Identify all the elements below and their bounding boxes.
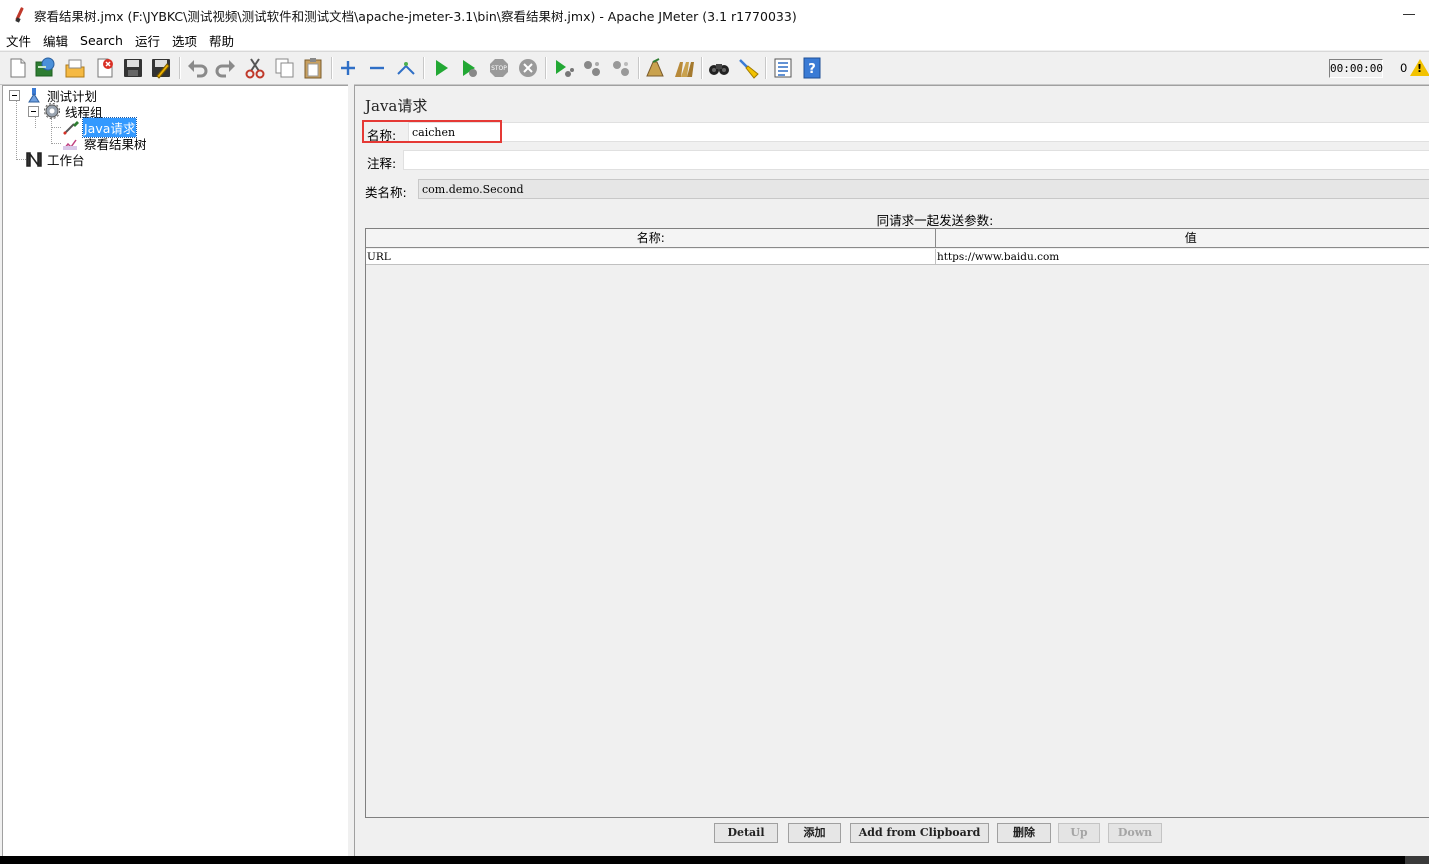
- remote-stop-icon[interactable]: [580, 56, 604, 80]
- menu-help[interactable]: 帮助: [203, 31, 240, 50]
- resize-grip[interactable]: [1405, 856, 1429, 864]
- save-icon[interactable]: [121, 56, 145, 80]
- cell-param-value[interactable]: https://www.baidu.com: [935, 249, 1429, 265]
- add-button[interactable]: 添加: [788, 823, 841, 843]
- thread-group-collapse-toggle[interactable]: [28, 106, 39, 117]
- undo-icon[interactable]: [185, 56, 209, 80]
- name-highlight-box: [362, 120, 502, 143]
- up-button[interactable]: Up: [1058, 823, 1100, 843]
- copy-icon[interactable]: [273, 56, 297, 80]
- redo-icon[interactable]: [214, 56, 238, 80]
- collapse-icon[interactable]: [365, 56, 389, 80]
- error-count: 0: [1400, 61, 1408, 75]
- classname-label: 类名称:: [365, 185, 407, 200]
- menu-bar: 文件 编辑 Search 运行 选项 帮助: [0, 30, 1429, 50]
- cut-icon[interactable]: [243, 56, 267, 80]
- table-row[interactable]: URL https://www.baidu.com: [366, 249, 1429, 265]
- test-plan-tree: 测试计划 线程组 Java请求 察看结果树 工作台: [2, 85, 350, 856]
- tree-node-workbench[interactable]: 工作台: [25, 151, 86, 168]
- tree-label-workbench: 工作台: [47, 152, 85, 168]
- shutdown-icon[interactable]: [516, 56, 540, 80]
- remote-shutdown-icon[interactable]: [609, 56, 633, 80]
- reset-search-icon[interactable]: [736, 56, 760, 80]
- panel-title: Java请求: [365, 97, 428, 115]
- templates-icon[interactable]: [33, 56, 57, 80]
- start-icon[interactable]: [429, 56, 453, 80]
- taskbar-strip: [0, 856, 1429, 864]
- cell-param-name[interactable]: URL: [366, 249, 936, 265]
- minimize-button[interactable]: [1389, 0, 1429, 30]
- svg-text:?: ?: [808, 62, 816, 77]
- name-input[interactable]: caichen: [408, 122, 1429, 142]
- detail-button[interactable]: Detail: [714, 823, 778, 843]
- test-plan-collapse-toggle[interactable]: [9, 90, 20, 101]
- tree-label-view-results-tree: 察看结果树: [84, 136, 147, 152]
- clear-all-icon[interactable]: [672, 56, 696, 80]
- toolbar: STOP ? 00:00:00 0 !: [0, 51, 1429, 85]
- comment-input[interactable]: [403, 150, 1429, 170]
- column-header-value[interactable]: 值: [936, 229, 1429, 248]
- menu-file[interactable]: 文件: [0, 31, 37, 50]
- delete-button[interactable]: 删除: [997, 823, 1051, 843]
- save-as-icon[interactable]: [149, 56, 173, 80]
- java-sampler-pipette-icon: [63, 121, 79, 135]
- classname-combobox[interactable]: com.demo.Second: [418, 179, 1429, 199]
- workbench-icon: [26, 152, 42, 167]
- column-header-name[interactable]: 名称:: [366, 229, 937, 248]
- title-bar: 察看结果树.jmx (F:\JYBKC\测试视频\测试软件和测试文档\apach…: [0, 0, 1429, 30]
- menu-edit[interactable]: 编辑: [37, 31, 74, 50]
- jmeter-feather-icon: [10, 6, 28, 24]
- menu-search[interactable]: Search: [74, 33, 129, 48]
- parameters-table: 名称: 值 URL https://www.baidu.com: [365, 228, 1429, 818]
- open-icon[interactable]: [63, 56, 87, 80]
- test-plan-icon: [28, 88, 40, 103]
- down-button[interactable]: Down: [1108, 823, 1162, 843]
- clear-icon[interactable]: [643, 56, 667, 80]
- java-request-panel: Java请求 名称: caichen 注释: 类名称: com.demo.Sec…: [354, 85, 1429, 856]
- paste-icon[interactable]: [301, 56, 325, 80]
- help-icon[interactable]: ?: [800, 56, 824, 80]
- add-from-clipboard-button[interactable]: Add from Clipboard: [850, 823, 989, 843]
- jmeter-window: 察看结果树.jmx (F:\JYBKC\测试视频\测试软件和测试文档\apach…: [0, 0, 1429, 856]
- thread-group-gear-icon: [44, 103, 60, 119]
- svg-text:STOP: STOP: [491, 65, 507, 72]
- table-header: 名称: 值: [366, 229, 1429, 248]
- close-icon[interactable]: [93, 56, 117, 80]
- params-caption: 同请求一起发送参数:: [876, 213, 994, 228]
- expand-icon[interactable]: [336, 56, 360, 80]
- remote-start-icon[interactable]: [551, 56, 575, 80]
- menu-run[interactable]: 运行: [129, 31, 166, 50]
- search-icon[interactable]: [707, 56, 731, 80]
- comment-label: 注释:: [367, 156, 397, 171]
- window-title: 察看结果树.jmx (F:\JYBKC\测试视频\测试软件和测试文档\apach…: [34, 8, 797, 24]
- menu-options[interactable]: 选项: [166, 31, 203, 50]
- toggle-icon[interactable]: [394, 56, 418, 80]
- warning-icon[interactable]: [1410, 59, 1429, 76]
- new-icon[interactable]: [6, 56, 30, 80]
- function-helper-icon[interactable]: [771, 56, 795, 80]
- elapsed-timer: 00:00:00: [1329, 59, 1383, 78]
- start-no-pause-icon[interactable]: [457, 56, 481, 80]
- stop-icon[interactable]: STOP: [487, 56, 511, 80]
